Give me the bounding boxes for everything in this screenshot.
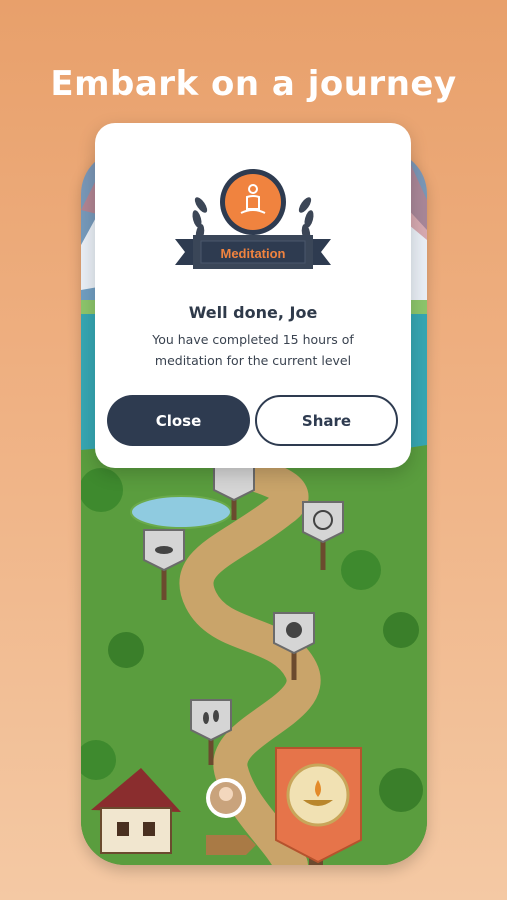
- signpost: [206, 835, 256, 855]
- achievement-modal: Meditation Well done, Joe You have compl…: [95, 123, 411, 468]
- pond: [130, 495, 232, 529]
- page-headline: Embark on a journey: [50, 64, 457, 104]
- house: [100, 807, 172, 854]
- achievement-badge: Meditation: [167, 165, 339, 285]
- current-node-banner: [275, 747, 362, 865]
- share-button[interactable]: Share: [255, 395, 398, 446]
- close-button[interactable]: Close: [107, 395, 250, 446]
- badge-label: Meditation: [220, 246, 286, 261]
- avatar: [206, 778, 246, 818]
- modal-message: You have completed 15 hours of meditatio…: [152, 332, 354, 368]
- modal-title: Well done, Joe: [188, 303, 318, 322]
